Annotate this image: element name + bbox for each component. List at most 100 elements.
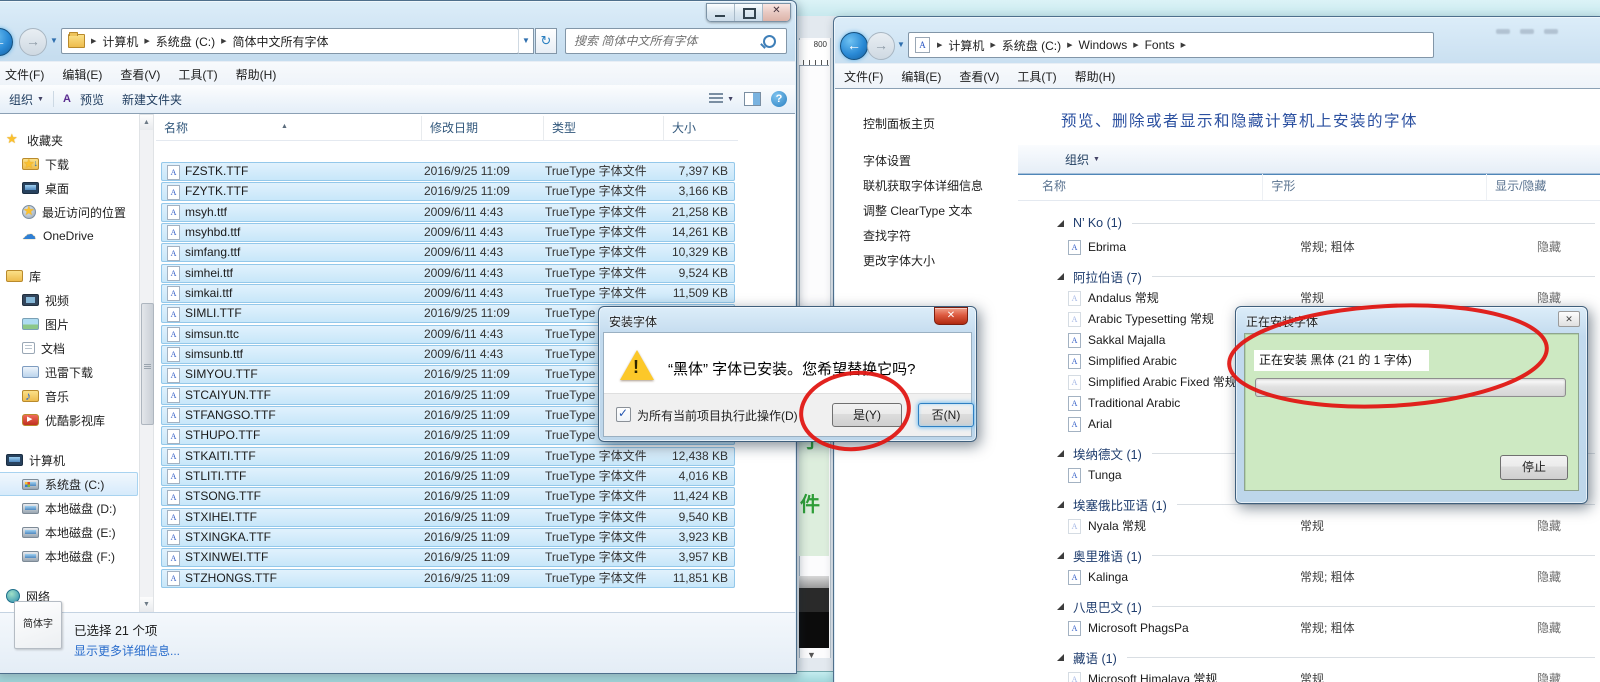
task-link[interactable]: 更改字体大小 — [863, 252, 935, 269]
organize-button[interactable]: 组织▼ — [1056, 151, 1109, 168]
organize-button[interactable]: 组织▼ — [0, 91, 53, 108]
sidebar-item[interactable]: 最近访问的位置 — [0, 200, 138, 224]
search-icon[interactable] — [763, 35, 776, 48]
table-row[interactable]: A STXINGKA.TTF 2016/9/25 11:09 TrueType … — [161, 528, 735, 547]
group-expanded-icon[interactable] — [1057, 552, 1064, 559]
forward-button[interactable]: → — [867, 32, 895, 60]
back-button[interactable]: ← — [840, 32, 868, 60]
list-item[interactable]: 奥里雅语 (1) A — [1018, 537, 1600, 567]
group-expanded-icon[interactable] — [1057, 654, 1064, 661]
menu-item[interactable]: 文件(F) — [0, 66, 53, 83]
sidebar-item[interactable]: 下载 — [0, 152, 138, 176]
control-panel-home-link[interactable]: 控制面板主页 — [863, 115, 935, 132]
group-expanded-icon[interactable] — [1057, 220, 1064, 227]
preview-pane-button[interactable] — [739, 92, 766, 106]
sidebar-item[interactable]: 桌面 — [0, 176, 138, 200]
address-bar[interactable]: A ▶ 计算机 ▶ 系统盘 (C:) ▶ Windows ▶ Fonts ▶ — [908, 32, 1434, 58]
sidebar-section[interactable]: 库 — [0, 264, 138, 288]
breadcrumb-item[interactable]: 简体中文所有字体 — [229, 33, 333, 50]
menu-item[interactable]: 工具(T) — [1008, 68, 1065, 85]
address-bar[interactable]: ▶ 计算机 ▶ 系统盘 (C:) ▶ 简体中文所有字体 — [61, 28, 519, 54]
task-link[interactable]: 查找字符 — [863, 227, 911, 244]
breadcrumb-item[interactable]: 系统盘 (C:) — [998, 37, 1065, 54]
search-box[interactable] — [565, 28, 787, 54]
help-button[interactable]: ? — [766, 91, 795, 107]
breadcrumb-item[interactable]: 计算机 — [944, 37, 988, 54]
breadcrumb-item[interactable]: Windows — [1075, 38, 1132, 52]
menu-item[interactable]: 帮助(H) — [1066, 68, 1125, 85]
table-row[interactable]: A simfang.ttf 2009/6/11 4:43 TrueType 字体… — [161, 243, 735, 262]
sidebar-item[interactable]: 优酷影视库 — [0, 408, 138, 432]
sidebar-section[interactable]: 计算机 — [0, 448, 138, 472]
yes-button[interactable]: 是(Y) — [832, 403, 902, 427]
table-row[interactable]: A STXIHEI.TTF 2016/9/25 11:09 TrueType 字… — [161, 508, 735, 527]
list-item[interactable]: A Kalinga 常规; 粗体 隐藏 — [1018, 567, 1600, 588]
sidebar-item[interactable]: 文档 — [0, 336, 138, 360]
change-view-button[interactable]: ▼ — [704, 93, 739, 105]
task-link[interactable]: 调整 ClearType 文本 — [863, 202, 972, 219]
column-header-name[interactable]: 名称 ▲ — [156, 116, 422, 140]
menu-item[interactable]: 文件(F) — [835, 68, 892, 85]
list-item[interactable]: N’ Ko (1) A — [1018, 207, 1600, 237]
group-expanded-icon[interactable] — [1057, 501, 1064, 508]
scrollbar-thumb[interactable] — [141, 303, 154, 425]
group-expanded-icon[interactable] — [1057, 450, 1064, 457]
column-header-size[interactable]: 大小 — [664, 116, 738, 140]
sidebar-item[interactable]: 本地磁盘 (D:) — [0, 496, 138, 520]
sidebar-item[interactable]: 系统盘 (C:) — [0, 472, 138, 496]
close-icon[interactable]: ✕ — [934, 307, 968, 325]
table-row[interactable]: A STXINWEI.TTF 2016/9/25 11:09 TrueType … — [161, 548, 735, 567]
back-button[interactable]: ← — [0, 28, 13, 56]
stop-button[interactable]: 停止 — [1500, 455, 1568, 480]
list-item[interactable]: 藏语 (1) A — [1018, 639, 1600, 669]
sidebar-item[interactable]: 迅雷下载 — [0, 360, 138, 384]
scroll-up-icon[interactable]: ▲ — [140, 115, 153, 130]
column-header-date[interactable]: 修改日期 — [422, 116, 544, 140]
no-button[interactable]: 否(N) — [918, 403, 974, 427]
menu-item[interactable]: 帮助(H) — [227, 66, 286, 83]
column-header-style[interactable]: 字形 — [1263, 174, 1487, 200]
sidebar-item[interactable]: 本地磁盘 (F:) — [0, 544, 138, 568]
menu-item[interactable]: 查看(V) — [111, 66, 169, 83]
sidebar-item[interactable]: 音乐 — [0, 384, 138, 408]
address-dropdown-button[interactable]: ▼ — [518, 28, 534, 54]
apply-to-all-checkbox[interactable] — [616, 407, 631, 422]
table-row[interactable]: A STLITI.TTF 2016/9/25 11:09 TrueType 字体… — [161, 467, 735, 486]
sidebar-item[interactable]: 本地磁盘 (E:) — [0, 520, 138, 544]
menu-item[interactable]: 编辑(E) — [53, 66, 111, 83]
show-more-details-link[interactable]: 显示更多详细信息... — [74, 642, 180, 659]
table-row[interactable]: A msyhbd.ttf 2009/6/11 4:43 TrueType 字体文… — [161, 223, 735, 242]
list-item[interactable]: 八思巴文 (1) A — [1018, 588, 1600, 618]
list-item[interactable]: A Microsoft PhagsPa 常规; 粗体 隐藏 — [1018, 618, 1600, 639]
table-row[interactable]: A STSONG.TTF 2016/9/25 11:09 TrueType 字体… — [161, 487, 735, 506]
recent-pages-dropdown[interactable]: ▼ — [50, 36, 58, 45]
menu-item[interactable]: 工具(T) — [169, 66, 226, 83]
breadcrumb-item[interactable]: 系统盘 (C:) — [152, 33, 219, 50]
list-item[interactable]: A Ebrima 常规; 粗体 隐藏 — [1018, 237, 1600, 258]
table-row[interactable]: A FZSTK.TTF 2016/9/25 11:09 TrueType 字体文… — [161, 162, 735, 181]
recent-pages-dropdown[interactable]: ▼ — [897, 40, 905, 49]
task-link[interactable]: 联机获取字体详细信息 — [863, 177, 983, 194]
refresh-button[interactable]: ↻ — [535, 28, 557, 54]
preview-button[interactable]: A 预览 — [54, 91, 113, 108]
table-row[interactable]: A msyh.ttf 2009/6/11 4:43 TrueType 字体文件 … — [161, 203, 735, 222]
breadcrumb-item[interactable]: 计算机 — [98, 33, 142, 50]
group-expanded-icon[interactable] — [1057, 603, 1064, 610]
sidebar-item[interactable]: 图片 — [0, 312, 138, 336]
close-button[interactable] — [763, 4, 790, 21]
sidebar-item[interactable]: OneDrive — [0, 224, 138, 248]
group-expanded-icon[interactable] — [1057, 273, 1064, 280]
table-row[interactable]: A simhei.ttf 2009/6/11 4:43 TrueType 字体文… — [161, 264, 735, 283]
column-header-type[interactable]: 类型 — [544, 116, 664, 140]
column-header-visibility[interactable]: 显示/隐藏 — [1487, 174, 1600, 200]
table-row[interactable]: A STKAITI.TTF 2016/9/25 11:09 TrueType 字… — [161, 447, 735, 466]
list-item[interactable]: A Nyala 常规 常规 隐藏 — [1018, 516, 1600, 537]
search-input[interactable] — [566, 33, 763, 49]
list-item[interactable]: A Microsoft Himalaya 常规 常规 隐藏 — [1018, 669, 1600, 682]
minimize-button[interactable] — [707, 4, 735, 21]
menu-item[interactable]: 编辑(E) — [892, 68, 950, 85]
task-link[interactable]: 字体设置 — [863, 152, 911, 169]
breadcrumb-item[interactable]: Fonts — [1141, 38, 1179, 52]
table-row[interactable]: A simkai.ttf 2009/6/11 4:43 TrueType 字体文… — [161, 284, 735, 303]
list-item[interactable]: 阿拉伯语 (7) A — [1018, 258, 1600, 288]
